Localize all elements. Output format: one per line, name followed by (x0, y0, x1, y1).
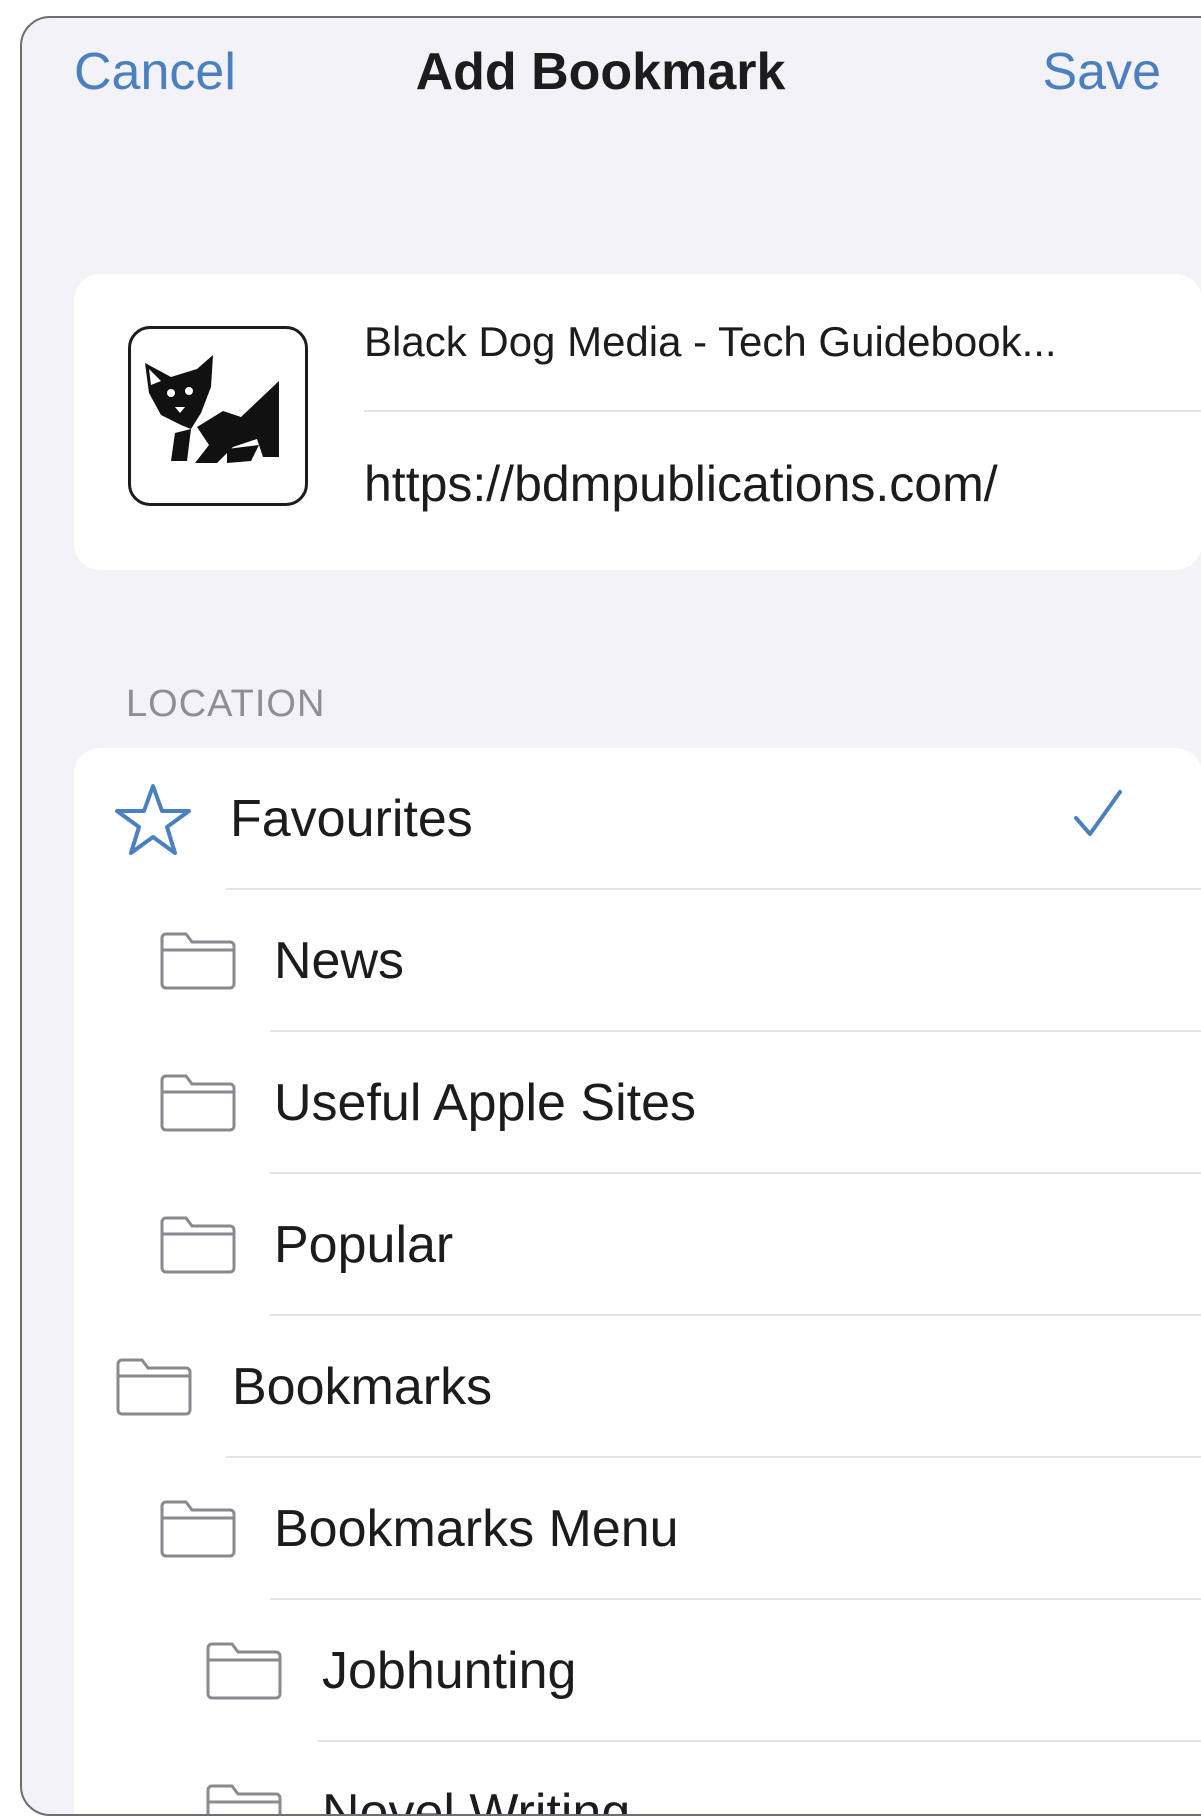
folder-icon (114, 1354, 194, 1423)
location-item-label: Jobhunting (322, 1642, 577, 1700)
save-button[interactable]: Save (1042, 42, 1161, 102)
location-item-bookmarks-menu[interactable]: Bookmarks Menu (74, 1458, 1201, 1600)
location-item-favourites[interactable]: Favourites (74, 748, 1201, 890)
location-item-bookmarks[interactable]: Bookmarks (74, 1316, 1201, 1458)
bookmark-url-field[interactable]: https://bdmpublications.com/ (364, 454, 998, 514)
location-item-label: Popular (274, 1216, 454, 1274)
checkmark-icon (1072, 788, 1124, 845)
navigation-bar: Cancel Add Bookmark Save (22, 18, 1201, 138)
field-divider (364, 410, 1201, 412)
bookmark-details-card: Black Dog Media - Tech Guidebook... http… (74, 274, 1201, 570)
folder-icon (158, 1212, 238, 1281)
location-item-label: Novel Writing (322, 1784, 631, 1816)
folder-icon (204, 1638, 284, 1707)
folder-icon (158, 1496, 238, 1565)
star-icon (114, 782, 192, 863)
sheet-title: Add Bookmark (415, 43, 786, 101)
location-item-label: Bookmarks Menu (274, 1500, 679, 1558)
folder-icon (158, 928, 238, 997)
location-item-jobhunting[interactable]: Jobhunting (74, 1600, 1201, 1742)
location-item-popular[interactable]: Popular (74, 1174, 1201, 1316)
location-item-useful-apple-sites[interactable]: Useful Apple Sites (74, 1032, 1201, 1174)
folder-icon (158, 1070, 238, 1139)
location-item-label: Favourites (230, 790, 473, 848)
location-item-label: Bookmarks (232, 1358, 493, 1416)
location-item-news[interactable]: News (74, 890, 1201, 1032)
location-section-header: LOCATION (126, 683, 326, 725)
bookmark-title-field[interactable]: Black Dog Media - Tech Guidebook... (364, 316, 1057, 368)
location-item-label: Useful Apple Sites (274, 1074, 697, 1132)
folder-icon (204, 1780, 284, 1814)
black-dog-logo-icon (128, 326, 308, 506)
add-bookmark-sheet: Cancel Add Bookmark Save Black Dog Media… (20, 16, 1201, 1816)
location-item-novel-writing[interactable]: Novel Writing (74, 1742, 1201, 1816)
location-item-label: News (274, 932, 405, 990)
location-list: Favourites News Useful Apple Sites Popul… (74, 748, 1201, 1816)
